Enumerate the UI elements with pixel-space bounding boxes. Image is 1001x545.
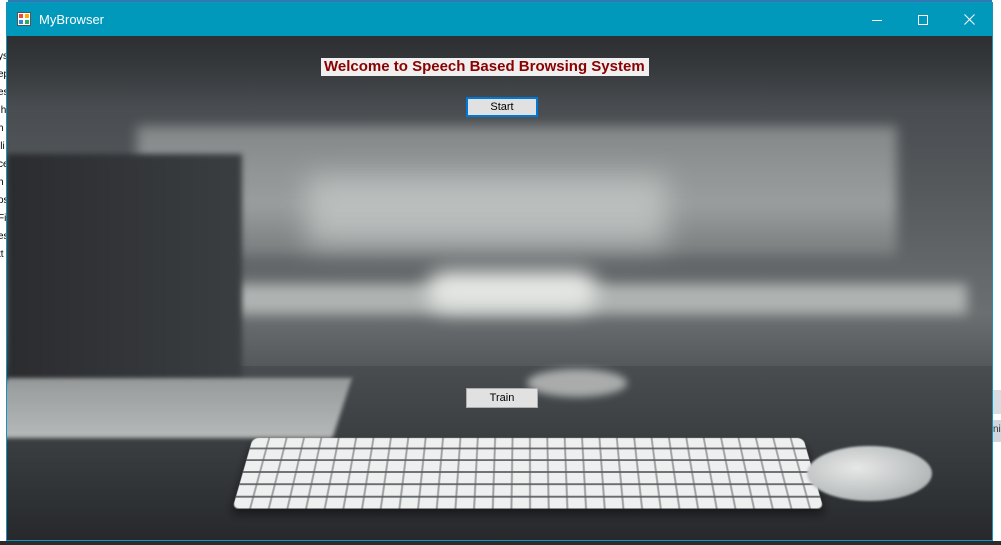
mouse-image [807,446,932,501]
start-button[interactable]: Start [466,97,538,117]
close-icon [963,14,975,25]
window-title: MyBrowser [39,12,105,27]
background-band: ni [992,420,1001,442]
background-window-right: ni [992,0,1001,545]
welcome-heading: Welcome to Speech Based Browsing System [321,58,649,76]
laptop-image [7,154,242,384]
title-bar[interactable]: MyBrowser [7,3,992,36]
mybrowser-window: MyBrowser Welcome to Speech Based Browsi… [6,2,993,541]
minimize-icon [872,19,882,21]
desktop-bottom-strip [0,541,1001,545]
background-text-fragment: ni [993,424,1001,435]
app-icon[interactable] [17,12,31,26]
minimize-button[interactable] [854,3,900,36]
bowl-image [527,369,627,397]
form-client-area: Welcome to Speech Based Browsing System … [7,36,992,540]
maximize-icon [918,14,928,25]
maximize-button[interactable] [900,3,946,36]
background-band [992,390,1001,414]
train-button[interactable]: Train [466,388,538,408]
close-button[interactable] [946,3,992,36]
